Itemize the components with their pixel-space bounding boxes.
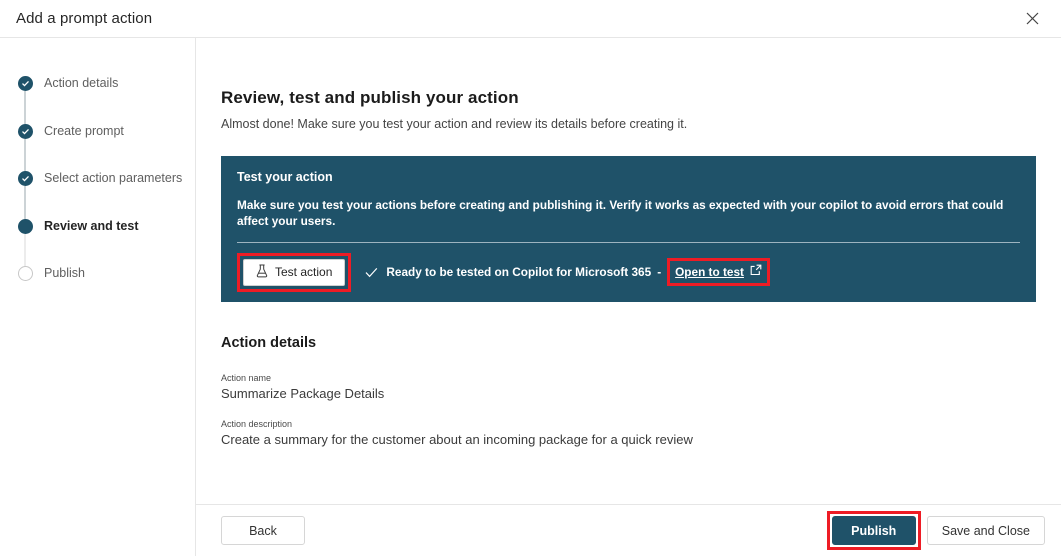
- banner-divider: [237, 242, 1020, 243]
- content-subtitle: Almost done! Make sure you test your act…: [221, 117, 1061, 131]
- stepper-item-label: Create prompt: [44, 124, 124, 139]
- step-marker: [16, 171, 34, 186]
- step-connector: [25, 234, 26, 267]
- test-your-action-banner: Test your action Make sure you test your…: [221, 156, 1036, 302]
- dialog-header: Add a prompt action: [0, 0, 1061, 38]
- step-circle-done-icon: [18, 124, 33, 139]
- step-circle-done-icon: [18, 171, 33, 186]
- check-icon: [365, 267, 378, 278]
- footer-right-group: Publish Save and Close: [827, 511, 1045, 550]
- test-action-button-label: Test action: [275, 265, 332, 279]
- stepper-item-label: Review and test: [44, 219, 138, 234]
- step-marker: [16, 124, 34, 139]
- step-marker: [16, 219, 34, 234]
- step-connector: [25, 186, 26, 219]
- publish-button[interactable]: Publish: [832, 516, 916, 545]
- banner-title: Test your action: [237, 170, 1020, 184]
- action-details-title: Action details: [221, 335, 1061, 351]
- close-icon[interactable]: [1017, 4, 1047, 34]
- open-to-test-link[interactable]: Open to test: [675, 265, 744, 279]
- content-title: Review, test and publish your action: [221, 88, 1061, 108]
- field-label: Action name: [221, 373, 1061, 383]
- status-separator: -: [657, 265, 661, 279]
- field-action-description: Action description Create a summary for …: [221, 419, 1061, 447]
- stepper-item-review-and-test[interactable]: Review and test: [8, 219, 195, 267]
- beaker-icon: [256, 264, 268, 281]
- publish-highlight: Publish: [827, 511, 921, 550]
- step-circle-pending-icon: [18, 266, 33, 281]
- step-marker: [16, 266, 34, 281]
- action-details-section: Action details Action name Summarize Pac…: [221, 335, 1061, 447]
- test-action-button[interactable]: Test action: [243, 259, 345, 286]
- step-marker: [16, 76, 34, 91]
- field-action-name: Action name Summarize Package Details: [221, 373, 1061, 401]
- main-content: Review, test and publish your action Alm…: [196, 38, 1061, 556]
- step-connector: [25, 139, 26, 172]
- dialog-footer: Back Publish Save and Close: [196, 504, 1061, 556]
- test-action-highlight: Test action: [237, 253, 351, 292]
- wizard-stepper: Action details Create prompt: [0, 38, 196, 556]
- field-label: Action description: [221, 419, 1061, 429]
- banner-action-row: Test action Ready to be tested on Copilo…: [237, 258, 1020, 286]
- open-to-test-highlight: Open to test: [667, 258, 770, 286]
- test-status-text: Ready to be tested on Copilot for Micros…: [386, 265, 651, 279]
- stepper-item-select-action-parameters[interactable]: Select action parameters: [8, 171, 195, 219]
- save-and-close-button[interactable]: Save and Close: [927, 516, 1045, 545]
- stepper-item-label: Select action parameters: [44, 171, 182, 186]
- stepper-item-label: Action details: [44, 76, 118, 91]
- stepper-item-publish[interactable]: Publish: [8, 266, 195, 314]
- stepper-item-label: Publish: [44, 266, 85, 281]
- field-value: Create a summary for the customer about …: [221, 432, 1061, 447]
- back-button[interactable]: Back: [221, 516, 305, 545]
- stepper-item-create-prompt[interactable]: Create prompt: [8, 124, 195, 172]
- step-circle-current-icon: [18, 219, 33, 234]
- banner-description: Make sure you test your actions before c…: [237, 197, 1020, 229]
- dialog-body: Action details Create prompt: [0, 38, 1061, 556]
- step-circle-done-icon: [18, 76, 33, 91]
- field-value: Summarize Package Details: [221, 386, 1061, 401]
- step-connector: [25, 91, 26, 124]
- external-link-icon[interactable]: [750, 263, 762, 281]
- stepper-item-action-details[interactable]: Action details: [8, 76, 195, 124]
- page-title: Add a prompt action: [16, 10, 152, 27]
